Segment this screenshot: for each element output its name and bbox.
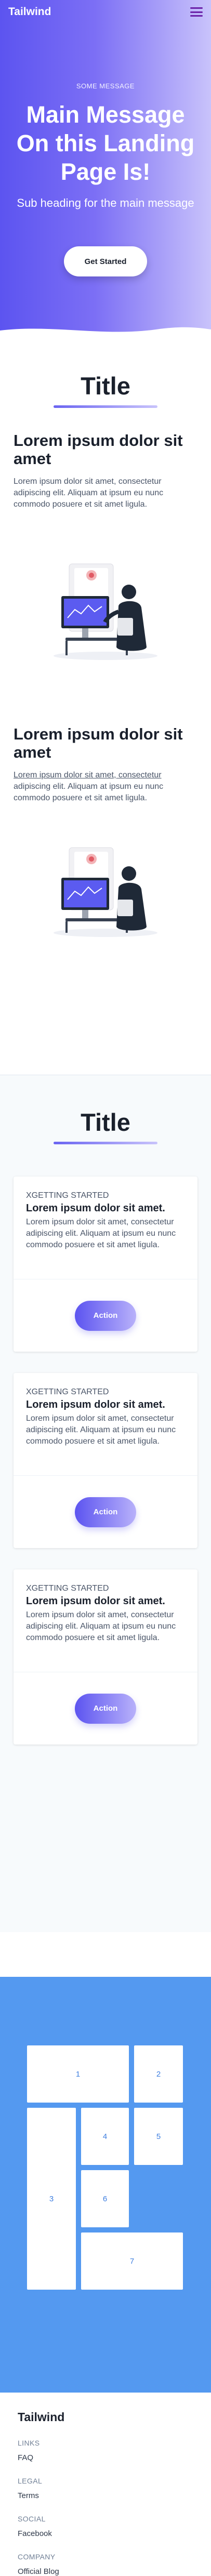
card-footer: Action [14, 1279, 197, 1352]
hero-section: Tailwind SOME MESSAGE Main Message On th… [0, 0, 211, 338]
feature-item: Lorem ipsum dolor sit amet Lorem ipsum d… [0, 431, 211, 664]
features-section: Title Lorem ipsum dolor sit amet Lorem i… [0, 338, 211, 1075]
action-button[interactable]: Action [75, 1300, 136, 1331]
hero-title: Main Message On this Landing Page Is! [16, 101, 195, 185]
title-divider [54, 1142, 157, 1144]
feature-heading: Lorem ipsum dolor sit amet [14, 725, 183, 761]
grid-tile-3: 3 [27, 2108, 76, 2290]
card-heading: Lorem ipsum dolor sit amet. [26, 1203, 165, 1214]
card-body: Lorem ipsum dolor sit amet, consectetur … [26, 1414, 176, 1446]
footer-link-faq[interactable]: FAQ [18, 2453, 193, 2462]
feature-body-text: adipiscing elit. Aliquam at ipsum eu nun… [14, 782, 164, 802]
feature-card: xGETTING STARTED Lorem ipsum dolor sit a… [14, 1373, 197, 1548]
feature-body-link[interactable]: Lorem ipsum dolor sit amet, consectetur [14, 771, 162, 780]
feature-item: Lorem ipsum dolor sit amet Lorem ipsum d… [0, 725, 211, 939]
footer-group-heading: SOCIAL [18, 2515, 46, 2523]
working-person-illustration [54, 563, 157, 660]
action-button[interactable]: Action [75, 1497, 136, 1527]
working-person-illustration [54, 847, 157, 937]
grid-tile-6: 6 [81, 2170, 129, 2227]
card-kicker: xGETTING STARTED [26, 1388, 109, 1396]
feature-body: Lorem ipsum dolor sit amet, consectetur … [14, 477, 164, 509]
card-kicker: xGETTING STARTED [26, 1191, 109, 1200]
grid-section: 1 2 3 4 5 6 7 [0, 1977, 211, 2393]
get-started-button[interactable]: Get Started [64, 246, 147, 276]
footer-legal-group: LEGAL Terms [18, 2477, 193, 2500]
footer-link-terms[interactable]: Terms [18, 2491, 193, 2500]
card-body: Lorem ipsum dolor sit amet, consectetur … [26, 1218, 176, 1249]
footer-group-heading: LEGAL [18, 2477, 43, 2485]
cards-section: Title xGETTING STARTED Lorem ipsum dolor… [0, 1075, 211, 1932]
hamburger-menu-icon[interactable] [190, 7, 203, 17]
hero-wave-divider [0, 327, 211, 338]
features-title: Title [81, 372, 130, 400]
card-footer: Action [14, 1475, 197, 1548]
footer-links-group: LINKS FAQ [18, 2439, 193, 2462]
grid-tile-5: 5 [134, 2108, 183, 2165]
card-heading: Lorem ipsum dolor sit amet. [26, 1399, 165, 1410]
card-body: Lorem ipsum dolor sit amet, consectetur … [26, 1610, 176, 1642]
feature-heading: Lorem ipsum dolor sit amet [14, 431, 183, 468]
hero-subtitle: Sub heading for the main message [17, 196, 194, 209]
feature-body: Lorem ipsum dolor sit amet, consectetur … [14, 770, 197, 804]
feature-card: xGETTING STARTED Lorem ipsum dolor sit a… [14, 1177, 197, 1352]
footer-link-official-blog[interactable]: Official Blog [18, 2567, 193, 2576]
footer-social-group: SOCIAL Facebook [18, 2515, 193, 2538]
feature-card: xGETTING STARTED Lorem ipsum dolor sit a… [14, 1569, 197, 1745]
top-nav: Tailwind [0, 0, 211, 24]
card-footer: Action [14, 1672, 197, 1745]
footer: Tailwind LINKS FAQ LEGAL Terms SOCIAL Fa… [0, 2393, 211, 2576]
footer-company-group: COMPANY Official Blog [18, 2553, 193, 2576]
card-kicker: xGETTING STARTED [26, 1584, 109, 1593]
grid-tile-4: 4 [81, 2108, 129, 2165]
grid-tile-7: 7 [81, 2232, 183, 2290]
grid-tile-2: 2 [134, 2045, 183, 2103]
footer-group-heading: LINKS [18, 2439, 40, 2447]
hero-kicker: SOME MESSAGE [76, 82, 135, 90]
footer-brand[interactable]: Tailwind [18, 2410, 193, 2424]
footer-link-facebook[interactable]: Facebook [18, 2529, 193, 2538]
brand-logo[interactable]: Tailwind [8, 6, 51, 18]
action-button[interactable]: Action [75, 1693, 136, 1724]
cards-title: Title [81, 1108, 130, 1136]
grid-tile-1: 1 [27, 2045, 129, 2103]
title-divider [54, 405, 157, 408]
footer-group-heading: COMPANY [18, 2553, 56, 2561]
card-heading: Lorem ipsum dolor sit amet. [26, 1595, 165, 1607]
